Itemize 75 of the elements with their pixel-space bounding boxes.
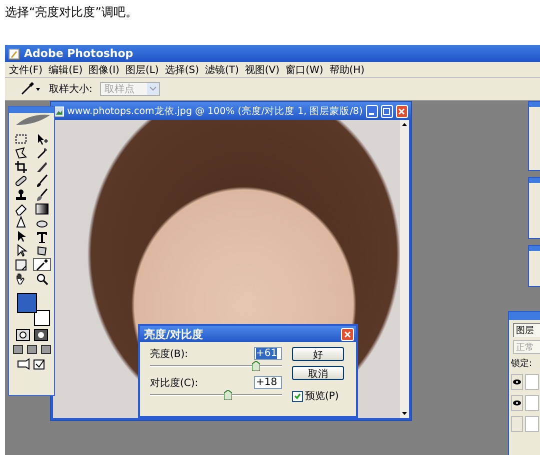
layer-row[interactable] [511,394,540,412]
layer-thumbnail [525,416,539,432]
layers-tab[interactable]: 图层 [513,323,540,337]
eye-icon [513,400,521,406]
foreground-color-swatch[interactable] [16,293,36,313]
background-color-swatch[interactable] [34,310,50,326]
value-field[interactable]: +61 [254,347,282,360]
option-label: 取样大小: [49,82,92,96]
lasso-icon [14,146,28,160]
mask-mode-icon[interactable] [34,329,48,341]
menu-item[interactable]: 滤镜(T) [204,62,239,76]
lock-label: 锁定: [511,358,534,370]
maximize-button[interactable] [380,104,393,118]
visibility-toggle[interactable] [511,416,523,432]
menu-item[interactable]: 窗口(W) [286,62,324,76]
panel-title-bar [509,312,540,320]
menu-item[interactable]: 选择(S) [164,62,199,76]
menu-item[interactable]: 文件(F) [9,62,43,76]
zoom-icon [35,272,49,286]
eyedropper-icon[interactable] [19,82,41,96]
maximize-icon [383,108,390,114]
close-icon [344,330,351,338]
brush-icon [35,174,49,188]
type-icon [35,230,49,244]
dialog-title: 亮度/对比度 [144,326,204,342]
tool-button[interactable] [12,160,30,173]
move-icon [35,132,49,146]
eyedropper-icon [35,258,49,272]
wand-icon [35,146,49,160]
preview-checkbox[interactable] [292,390,303,402]
close-button[interactable] [396,104,408,118]
knife-icon [35,160,49,174]
ok-button[interactable]: 好 [292,347,344,361]
eraser-icon [14,202,28,216]
layer-row[interactable] [511,373,540,391]
slider-label: 亮度(B): [150,348,188,360]
tool-button[interactable] [33,258,51,271]
brush-icon [35,188,49,202]
cancel-button[interactable]: 取消 [292,366,344,380]
menu-item[interactable]: 帮助(H) [329,62,365,76]
app-title: Adobe Photoshop [24,47,134,60]
image-icon [54,106,64,116]
value-field[interactable]: +18 [254,376,282,389]
menu-item[interactable]: 图层(L) [125,62,159,76]
note-icon [14,258,28,272]
crop-icon [14,160,28,174]
shape-icon [35,244,49,258]
menu-item[interactable]: 编辑(E) [48,62,83,76]
layer-thumbnail [525,374,539,390]
preview-label: 预览(P) [305,390,339,403]
stamp-icon [14,188,28,202]
tool-button[interactable] [33,202,51,215]
layer-thumbnail [525,395,539,411]
minimize-button[interactable] [366,104,378,118]
slider-thumb[interactable] [224,390,232,400]
mask-mode-icon[interactable] [16,329,30,341]
eye-icon [513,379,521,385]
slider-thumb[interactable] [252,361,260,371]
gradient-icon [35,202,49,216]
close-button[interactable] [341,328,354,340]
menu-item[interactable]: 图像(I) [88,62,120,76]
caret-icon [147,83,160,95]
marquee-icon [14,132,28,146]
close-icon [398,108,406,114]
document-title: www.photops.com龙依.jpg @ 100% (亮度/对比度 1, 图层蒙版/8) [67,104,363,118]
slider-track[interactable] [150,390,282,400]
visibility-toggle[interactable] [511,395,523,411]
slider-track[interactable] [150,361,282,371]
menu-item[interactable]: 视图(V) [244,62,280,76]
app-icon [8,48,20,60]
slider-label: 对比度(C): [150,376,198,390]
caption-text: 选择“亮度对比度”调吧。 [5,5,138,19]
vertical-scrollbar[interactable] [400,120,409,418]
check-icon [294,392,301,400]
visibility-toggle[interactable] [511,374,523,390]
